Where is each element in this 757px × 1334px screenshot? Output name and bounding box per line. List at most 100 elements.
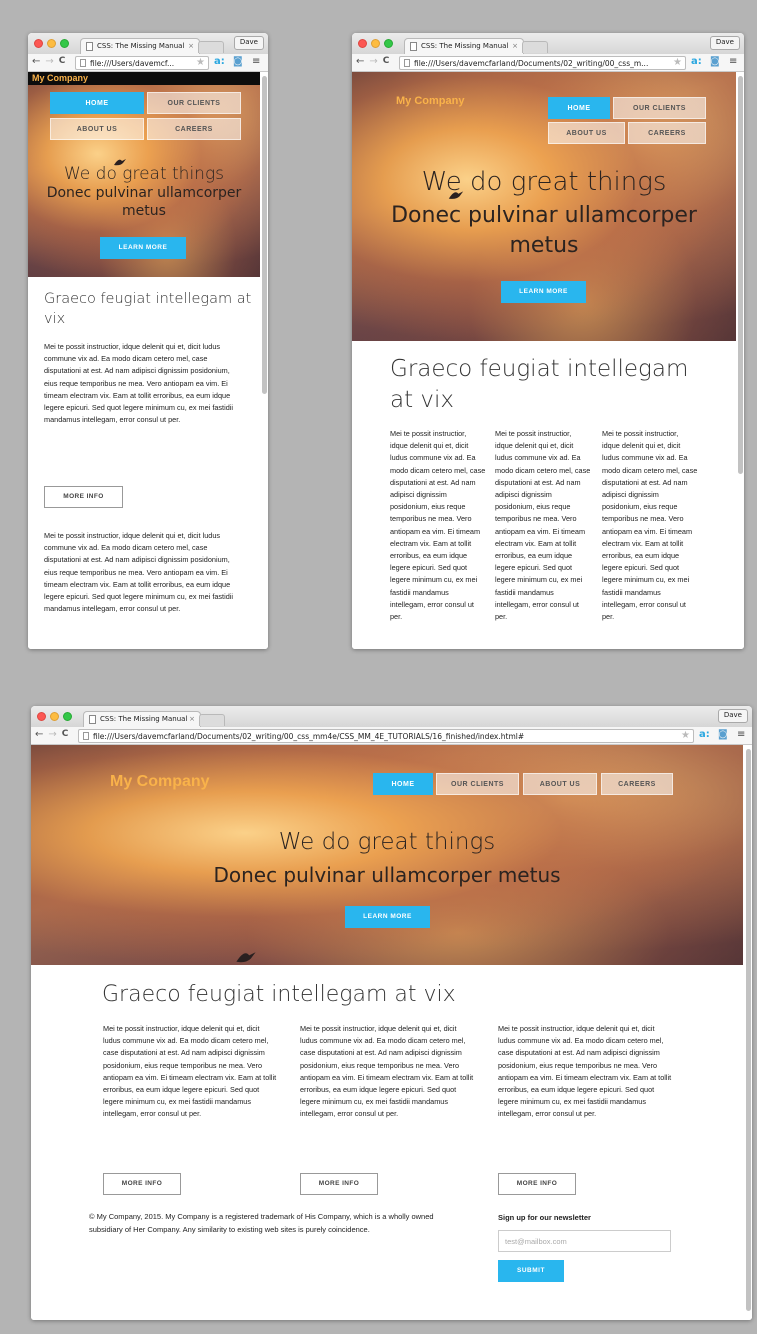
close-window-icon[interactable] xyxy=(34,39,43,48)
newsletter-email-input[interactable] xyxy=(498,1230,671,1252)
new-tab-button[interactable] xyxy=(199,714,225,726)
forward-icon[interactable]: → xyxy=(48,729,56,740)
page-icon xyxy=(404,59,410,67)
tab-close-icon[interactable]: × xyxy=(188,42,194,50)
section-title-line2: at vix xyxy=(390,387,455,413)
close-window-icon[interactable] xyxy=(358,39,367,48)
camera-extension-icon[interactable]: ◙ xyxy=(233,56,243,67)
zoom-window-icon[interactable] xyxy=(63,712,72,721)
menu-icon[interactable]: ≡ xyxy=(737,729,745,740)
more-info-button-1[interactable]: MORE INFO xyxy=(44,486,123,508)
scrollbar[interactable] xyxy=(746,749,751,1311)
nav-our-clients[interactable]: OUR CLIENTS xyxy=(613,97,706,119)
site-logo[interactable]: My Company xyxy=(396,95,464,107)
extension-icon[interactable]: a: xyxy=(699,729,710,740)
back-icon[interactable]: ← xyxy=(35,729,43,740)
window-controls xyxy=(34,39,69,48)
hero-title: We do great things xyxy=(421,167,667,197)
scrollbar[interactable] xyxy=(738,76,743,474)
nav-home[interactable]: HOME xyxy=(373,773,433,795)
forward-icon[interactable]: → xyxy=(369,56,377,67)
reload-icon[interactable]: C xyxy=(59,56,66,67)
site-logo[interactable]: My Company xyxy=(32,73,88,83)
hero-title: We do great things xyxy=(278,829,496,855)
page-icon xyxy=(83,732,89,740)
zoom-window-icon[interactable] xyxy=(60,39,69,48)
bookmark-star-icon[interactable]: ★ xyxy=(673,57,682,68)
learn-more-button[interactable]: LEARN MORE xyxy=(345,906,430,928)
hero-banner: My Company HOME OUR CLIENTS ABOUT US CAR… xyxy=(28,72,260,277)
reload-icon[interactable]: C xyxy=(62,729,69,740)
newsletter-heading: Sign up for our newsletter xyxy=(498,1213,591,1222)
url-text: file:///Users/davemcf... xyxy=(90,59,175,68)
address-bar[interactable]: file:///Users/davemcf... ★ xyxy=(75,56,209,70)
browser-window-medium: CSS: The Missing Manual × Dave ← → C fil… xyxy=(352,33,744,649)
learn-more-button[interactable]: LEARN MORE xyxy=(501,281,586,303)
tab-title: CSS: The Missing Manual xyxy=(100,715,188,723)
more-info-button-1[interactable]: MORE INFO xyxy=(103,1173,181,1195)
url-text: file:///Users/davemcfarland/Documents/02… xyxy=(414,59,649,68)
browser-tab[interactable]: CSS: The Missing Manual × xyxy=(404,38,524,54)
hero-subtitle-line2: metus xyxy=(509,233,579,258)
hero-title: We do great things xyxy=(63,164,225,184)
address-bar[interactable]: file:///Users/davemcfarland/Documents/02… xyxy=(399,56,686,70)
browser-tab[interactable]: CSS: The Missing Manual × xyxy=(83,711,201,727)
more-info-button-2[interactable]: MORE INFO xyxy=(300,1173,378,1195)
learn-more-button[interactable]: LEARN MORE xyxy=(100,237,186,259)
forward-icon[interactable]: → xyxy=(45,56,53,67)
profile-button[interactable]: Dave xyxy=(717,709,748,723)
bird-icon xyxy=(448,191,464,199)
section-title: Graeco feugiat intellegam at xyxy=(44,291,252,307)
nav-careers[interactable]: CAREERS xyxy=(601,773,673,795)
submit-button[interactable]: SUBMIT xyxy=(498,1260,564,1282)
scrollbar[interactable] xyxy=(262,76,267,394)
bookmark-star-icon[interactable]: ★ xyxy=(196,57,205,68)
back-icon[interactable]: ← xyxy=(356,56,364,67)
camera-extension-icon[interactable]: ◙ xyxy=(718,729,728,740)
hero-banner: My Company HOME OUR CLIENTS ABOUT US CAR… xyxy=(352,72,736,341)
bookmark-star-icon[interactable]: ★ xyxy=(681,730,690,741)
nav-careers[interactable]: CAREERS xyxy=(628,122,706,144)
camera-extension-icon[interactable]: ◙ xyxy=(710,56,720,67)
page-viewport: My Company HOME OUR CLIENTS ABOUT US CAR… xyxy=(31,745,752,1320)
nav-about-us[interactable]: ABOUT US xyxy=(548,122,625,144)
nav-careers[interactable]: CAREERS xyxy=(147,118,241,140)
more-info-button-3[interactable]: MORE INFO xyxy=(498,1173,576,1195)
profile-button[interactable]: Dave xyxy=(233,36,264,50)
new-tab-button[interactable] xyxy=(198,41,224,53)
nav-our-clients[interactable]: OUR CLIENTS xyxy=(436,773,519,795)
extension-icon[interactable]: a: xyxy=(691,56,702,67)
site-logo[interactable]: My Company xyxy=(110,773,210,791)
new-tab-button[interactable] xyxy=(522,41,548,53)
nav-about-us[interactable]: ABOUT US xyxy=(50,118,144,140)
profile-button[interactable]: Dave xyxy=(709,36,740,50)
nav-about-us[interactable]: ABOUT US xyxy=(523,773,597,795)
column-text-2: Mei te possit instructior, idque delenit… xyxy=(300,1024,474,1119)
nav-home[interactable]: HOME xyxy=(548,97,610,119)
menu-icon[interactable]: ≡ xyxy=(729,56,737,67)
column-text-1: Mei te possit instructior, idque delenit… xyxy=(390,429,486,622)
address-bar[interactable]: file:///Users/davemcfarland/Documents/02… xyxy=(78,729,694,743)
bird-icon xyxy=(114,159,126,166)
page-icon xyxy=(410,42,417,51)
minimize-window-icon[interactable] xyxy=(371,39,380,48)
tab-close-icon[interactable]: × xyxy=(189,715,195,723)
extension-icon[interactable]: a: xyxy=(214,56,225,67)
minimize-window-icon[interactable] xyxy=(47,39,56,48)
zoom-window-icon[interactable] xyxy=(384,39,393,48)
url-text: file:///Users/davemcfarland/Documents/02… xyxy=(93,732,525,741)
title-bar: CSS: The Missing Manual × Dave xyxy=(352,33,744,54)
close-window-icon[interactable] xyxy=(37,712,46,721)
column-text-2: Mei te possit instructior, idque delenit… xyxy=(495,429,591,622)
nav-our-clients[interactable]: OUR CLIENTS xyxy=(147,92,241,114)
tab-close-icon[interactable]: × xyxy=(512,42,518,50)
back-icon[interactable]: ← xyxy=(32,56,40,67)
menu-icon[interactable]: ≡ xyxy=(252,56,260,67)
column-text-1: Mei te possit instructior, idque delenit… xyxy=(103,1024,277,1119)
nav-home[interactable]: HOME xyxy=(50,92,144,114)
browser-tab[interactable]: CSS: The Missing Manual × xyxy=(80,38,200,54)
reload-icon[interactable]: C xyxy=(383,56,390,67)
minimize-window-icon[interactable] xyxy=(50,712,59,721)
column-text-2: Mei te possit instructior, idque delenit… xyxy=(44,531,233,614)
column-text-1: Mei te possit instructior, idque delenit… xyxy=(44,342,233,425)
